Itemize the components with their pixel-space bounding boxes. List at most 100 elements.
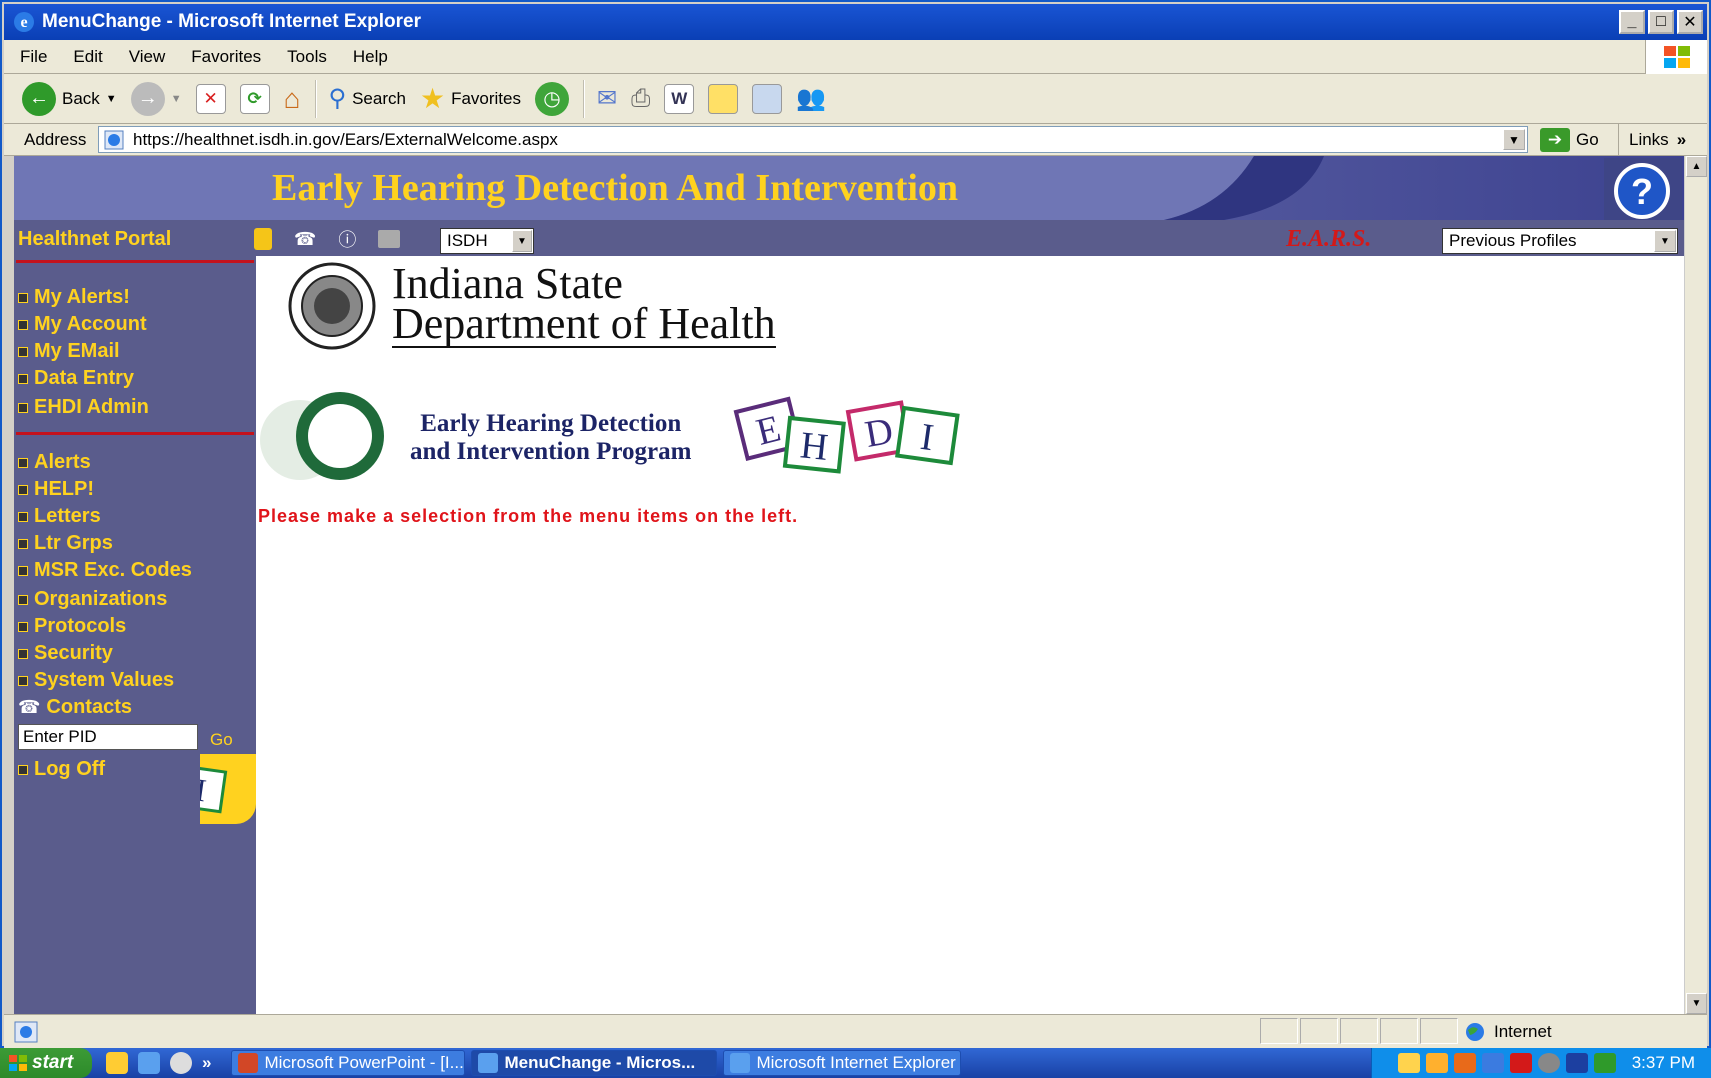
sidebar-item-help[interactable]: HELP! <box>18 478 94 501</box>
media-icon[interactable] <box>170 1052 192 1074</box>
windows-logo-icon <box>9 1055 27 1071</box>
taskbar-item-menuchange[interactable]: MenuChange - Micros... <box>471 1050 718 1076</box>
update-tray-icon[interactable] <box>1453 1053 1476 1073</box>
edit-word-icon[interactable]: W <box>664 83 695 114</box>
taskbar-item-powerpoint[interactable]: Microsoft PowerPoint - [I... <box>231 1050 466 1076</box>
chevron-right-icon: » <box>1676 129 1687 149</box>
vertical-scrollbar[interactable]: ▲ ▼ <box>1684 156 1707 1014</box>
go-label: Go <box>1576 129 1599 149</box>
monitor-tray-icon[interactable] <box>1565 1053 1588 1073</box>
sidebar-item-contacts[interactable]: ☎ Contacts <box>18 696 132 719</box>
back-dropdown-icon[interactable]: ▼ <box>106 93 117 105</box>
toolbar: ← Back ▼ → ▼ ✕ ⟳ ⌂ ⚲ Search ★ Favorites … <box>4 74 1707 124</box>
address-dropdown-icon[interactable]: ▼ <box>1503 129 1525 150</box>
profiles-dropdown-icon: ▼ <box>1654 230 1676 252</box>
task-label: Microsoft PowerPoint - [I... <box>264 1053 464 1072</box>
scroll-down-icon[interactable]: ▼ <box>1686 993 1707 1014</box>
back-label: Back <box>62 88 100 108</box>
bullet-icon <box>18 648 28 659</box>
page-status-icon <box>14 1021 38 1042</box>
sidebar-item-msr-exc-codes[interactable]: MSR Exc. Codes <box>18 559 192 582</box>
print-icon[interactable]: ⎙ <box>631 85 650 113</box>
messenger-icon[interactable]: 👥 <box>796 84 826 113</box>
mail-tray-icon[interactable] <box>1397 1053 1420 1073</box>
ehdi-program-logo: E H D I Early Hearing Detection and Inte… <box>260 388 1000 488</box>
contact-card-icon[interactable]: ☎ <box>294 229 316 250</box>
chevron-overflow-icon[interactable]: » <box>202 1053 211 1073</box>
agency-select[interactable]: ISDH ▼ <box>440 228 534 254</box>
sidebar-item-label: Letters <box>34 505 101 527</box>
database-icon[interactable] <box>254 228 272 250</box>
back-button[interactable]: ← Back ▼ <box>22 81 117 116</box>
powerpoint-icon <box>238 1053 259 1073</box>
pid-go-button[interactable]: Go <box>210 730 233 750</box>
taskbar-item-ie[interactable]: Microsoft Internet Explorer <box>723 1050 962 1076</box>
help-button[interactable]: ? <box>1604 158 1682 220</box>
menu-edit[interactable]: Edit <box>73 47 102 67</box>
info-icon[interactable]: ⓘ <box>338 226 356 252</box>
clock: 3:37 PM <box>1631 1053 1695 1072</box>
status-bar: Internet <box>4 1014 1707 1048</box>
links-button[interactable]: Links » <box>1618 123 1687 156</box>
maximize-button[interactable]: □ <box>1648 10 1674 34</box>
bullet-icon <box>18 621 28 632</box>
volume-tray-icon[interactable] <box>1537 1053 1560 1073</box>
sidebar-item-alerts[interactable]: Alerts <box>18 451 91 474</box>
refresh-icon[interactable]: ⟳ <box>239 83 270 114</box>
sidebar-item-ehdi-admin[interactable]: EHDI Admin <box>18 396 149 419</box>
sidebar-item-label: MSR Exc. Codes <box>34 559 192 581</box>
menu-file[interactable]: File <box>20 47 47 67</box>
menu-favorites[interactable]: Favorites <box>191 47 261 67</box>
favorites-button[interactable]: ★ Favorites <box>420 82 521 115</box>
sidebar-item-organizations[interactable]: Organizations <box>18 588 167 611</box>
ie-quicklaunch-icon[interactable] <box>138 1052 160 1074</box>
forward-button[interactable]: → ▼ <box>130 81 182 116</box>
history-icon[interactable]: ◷ <box>534 81 569 116</box>
task-label: Microsoft Internet Explorer <box>756 1053 956 1072</box>
minimize-button[interactable]: _ <box>1619 10 1645 34</box>
sidebar-item-security[interactable]: Security <box>18 642 113 665</box>
bullet-icon <box>18 402 28 413</box>
sidebar-item-my-email[interactable]: My EMail <box>18 340 120 363</box>
sidebar-item-label: My Alerts! <box>34 286 130 308</box>
logoff-link[interactable]: Log Off <box>18 758 105 781</box>
forward-arrow-icon: → <box>130 81 165 116</box>
scroll-up-icon[interactable]: ▲ <box>1686 156 1707 177</box>
sidebar-item-protocols[interactable]: Protocols <box>18 615 126 638</box>
mcafee-tray-icon[interactable] <box>1509 1053 1532 1073</box>
stop-icon[interactable]: ✕ <box>195 83 226 114</box>
sidebar-item-label: Security <box>34 642 113 664</box>
start-button[interactable]: start <box>0 1048 92 1078</box>
bullet-icon <box>18 484 28 495</box>
go-button[interactable]: ➔ Go <box>1540 127 1618 152</box>
forward-dropdown-icon[interactable]: ▼ <box>171 93 182 105</box>
previous-profiles-select[interactable]: Previous Profiles ▼ <box>1442 228 1678 254</box>
notes-icon[interactable] <box>708 83 739 114</box>
menu-tools[interactable]: Tools <box>287 47 327 67</box>
clock-tray-icon[interactable] <box>1425 1053 1448 1073</box>
menu-view[interactable]: View <box>129 47 166 67</box>
address-input[interactable]: https://healthnet.isdh.in.gov/Ears/Exter… <box>98 126 1528 153</box>
search-button[interactable]: ⚲ Search <box>329 84 406 113</box>
sidebar-item-my-account[interactable]: My Account <box>18 313 147 336</box>
outlook-icon[interactable] <box>106 1052 128 1074</box>
mail-icon[interactable]: ✉ <box>597 84 617 113</box>
sidebar-item-ltr-grps[interactable]: Ltr Grps <box>18 532 113 555</box>
sidebar-item-my-alerts[interactable]: My Alerts! <box>18 286 130 309</box>
close-button[interactable]: ✕ <box>1677 10 1703 34</box>
sidebar-item-label: Alerts <box>34 451 91 473</box>
sidebar-item-system-values[interactable]: System Values <box>18 669 174 692</box>
agency-select-value: ISDH <box>447 231 488 250</box>
pid-input[interactable]: Enter PID <box>18 724 198 750</box>
sidebar-item-data-entry[interactable]: Data Entry <box>18 367 134 390</box>
menu-help[interactable]: Help <box>353 47 388 67</box>
battery-tray-icon[interactable] <box>1593 1053 1616 1073</box>
research-icon[interactable] <box>752 83 783 114</box>
network-tray-icon[interactable] <box>1481 1053 1504 1073</box>
address-label: Address <box>24 129 87 149</box>
sidebar-item-letters[interactable]: Letters <box>18 505 101 528</box>
window-controls: _ □ ✕ <box>1619 10 1703 34</box>
program-line-1: Early Hearing Detection <box>420 410 682 437</box>
server-icon[interactable] <box>378 230 401 248</box>
home-icon[interactable]: ⌂ <box>284 83 301 115</box>
